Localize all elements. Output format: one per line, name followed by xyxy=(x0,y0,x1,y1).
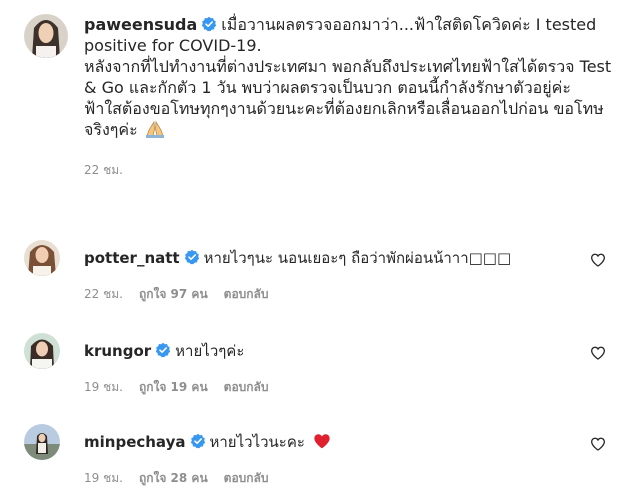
verified-badge-icon xyxy=(190,433,205,449)
comment-likes[interactable]: ถูกใจ 19 คน xyxy=(139,378,208,397)
post-caption-block: paweensuda เมื่อวานผลตรวจออกมาว่า...ฟ้าใส… xyxy=(24,14,614,180)
comment-item: potter_natt หายไวๆนะ นอนเยอะๆ ถือว่าพักผ่… xyxy=(24,240,614,304)
avatar[interactable] xyxy=(24,333,60,369)
comment-username[interactable]: minpechaya xyxy=(84,433,186,451)
comment-item: minpechaya หายไวไวนะคะ 19 ชม. ถูกใจ 28 คน… xyxy=(24,424,614,488)
post-caption: paweensuda เมื่อวานผลตรวจออกมาว่า...ฟ้าใส… xyxy=(84,14,614,143)
comment-likes[interactable]: ถูกใจ 28 คน xyxy=(139,469,208,488)
heart-outline-icon[interactable] xyxy=(590,252,606,268)
avatar[interactable] xyxy=(24,240,60,276)
avatar[interactable] xyxy=(24,424,60,460)
comment-meta: 19 ชม. ถูกใจ 19 คน ตอบกลับ xyxy=(84,378,574,397)
comment-username[interactable]: potter_natt xyxy=(84,249,180,267)
heart-outline-icon[interactable] xyxy=(590,345,606,361)
comment-item: krungor หายไวๆค่ะ 19 ชม. ถูกใจ 19 คน ตอบก… xyxy=(24,333,614,397)
reply-button[interactable]: ตอบกลับ xyxy=(224,285,269,304)
comment-timestamp[interactable]: 22 ชม. xyxy=(84,285,123,304)
comment-text: หายไวไวนะคะ xyxy=(209,433,305,451)
verified-badge-icon xyxy=(202,16,217,32)
comment-timestamp[interactable]: 19 ชม. xyxy=(84,378,123,397)
post-username[interactable]: paweensuda xyxy=(84,15,197,34)
reply-button[interactable]: ตอบกลับ xyxy=(224,469,269,488)
comment-meta: 19 ชม. ถูกใจ 28 คน ตอบกลับ xyxy=(84,469,574,488)
heart-outline-icon[interactable] xyxy=(590,436,606,452)
post-meta: 22 ชม. xyxy=(84,161,614,180)
comment-text-line: minpechaya หายไวไวนะคะ xyxy=(84,432,574,452)
verified-badge-icon xyxy=(184,249,199,265)
comment-text-line: krungor หายไวๆค่ะ xyxy=(84,341,574,361)
reply-button[interactable]: ตอบกลับ xyxy=(224,378,269,397)
pray-emoji-icon xyxy=(145,120,165,143)
comment-text-line: potter_natt หายไวๆนะ นอนเยอะๆ ถือว่าพักผ่… xyxy=(84,248,574,268)
comment-username[interactable]: krungor xyxy=(84,342,151,360)
red-heart-emoji-icon xyxy=(314,434,330,449)
avatar[interactable] xyxy=(24,14,68,58)
comment-meta: 22 ชม. ถูกใจ 97 คน ตอบกลับ xyxy=(84,285,574,304)
comment-text: หายไวๆนะ นอนเยอะๆ ถือว่าพักผ่อนน้าาา□□□ xyxy=(203,249,512,267)
comment-likes[interactable]: ถูกใจ 97 คน xyxy=(139,285,208,304)
verified-badge-icon xyxy=(155,342,171,358)
post-timestamp[interactable]: 22 ชม. xyxy=(84,161,123,180)
comment-text: หายไวๆค่ะ xyxy=(175,342,245,360)
comment-timestamp[interactable]: 19 ชม. xyxy=(84,469,123,488)
